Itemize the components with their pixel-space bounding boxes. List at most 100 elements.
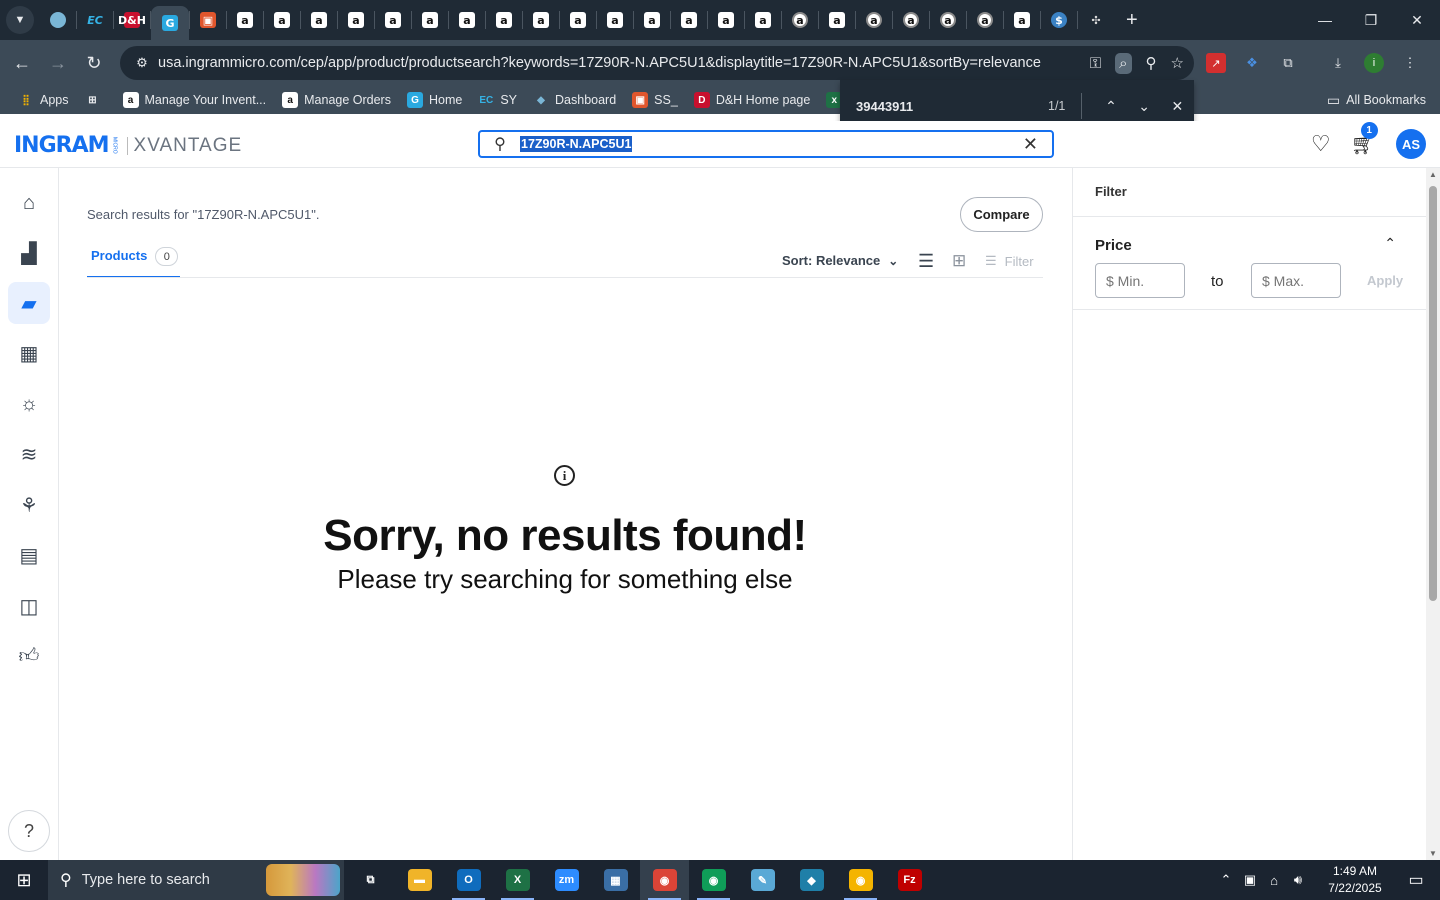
browser-tab[interactable]: D&H — [114, 0, 150, 40]
bookmark-item[interactable]: ⊞ — [85, 92, 107, 108]
network-icon[interactable]: ⌂ — [1262, 873, 1286, 888]
user-avatar[interactable]: AS — [1396, 129, 1426, 159]
taskbar-app[interactable]: ◆ — [787, 860, 836, 900]
forward-button[interactable]: → — [40, 45, 76, 81]
profile-icon[interactable]: i — [1364, 53, 1384, 73]
apply-price-button[interactable]: Apply — [1367, 273, 1403, 288]
sort-dropdown[interactable]: Sort: Relevance ⌄ — [782, 253, 898, 268]
bookmark-item[interactable]: a Manage Orders — [282, 92, 391, 108]
bookmark-item[interactable]: ◆ Dashboard — [533, 92, 616, 108]
extensions-puzzle-icon[interactable]: ⧉ — [1278, 53, 1298, 73]
browser-tab[interactable]: a — [671, 0, 707, 40]
find-next-icon[interactable]: ⌄ — [1128, 98, 1161, 115]
ideas-lightbulb-icon[interactable]: ☼ — [8, 383, 50, 425]
bookmark-item[interactable]: G Home — [406, 92, 462, 108]
tab-search-button[interactable]: ▼ — [6, 6, 34, 34]
back-button[interactable]: ← — [4, 45, 40, 81]
browser-tab[interactable]: a — [486, 0, 522, 40]
browser-tab[interactable]: a — [523, 0, 559, 40]
browser-tab[interactable]: a — [1004, 0, 1040, 40]
browser-tab[interactable]: a — [708, 0, 744, 40]
taskbar-app[interactable]: ◉ — [640, 860, 689, 900]
browser-tab[interactable]: a — [375, 0, 411, 40]
chevron-up-icon[interactable]: ⌃ — [1384, 235, 1396, 252]
bookmark-item[interactable]: D D&H Home page — [693, 92, 810, 108]
zoom-icon[interactable]: ⚲ — [1146, 54, 1157, 72]
taskbar-app[interactable]: X — [493, 860, 542, 900]
bookmark-item[interactable]: ▣ SS_ — [632, 92, 678, 108]
clock[interactable]: 1:49 AM 7/22/2025 — [1318, 863, 1392, 897]
wishlist-heart-icon[interactable]: ♡ — [1311, 131, 1331, 157]
volume-icon[interactable]: 🔊︎ — [1286, 872, 1310, 888]
bookmark-star-icon[interactable]: ☆ — [1171, 54, 1184, 72]
browser-tab[interactable]: a — [967, 0, 1003, 40]
taskbar-app[interactable]: O — [444, 860, 493, 900]
password-key-icon[interactable]: ⚿ — [1090, 55, 1101, 72]
clear-search-icon[interactable]: ✕ — [1023, 134, 1038, 155]
site-info-icon[interactable]: ⚙ — [128, 55, 156, 71]
find-in-page-icon[interactable]: ⌕ — [1115, 52, 1132, 74]
price-max-input[interactable] — [1251, 263, 1341, 298]
all-bookmarks[interactable]: ▭ All Bookmarks — [1327, 86, 1426, 114]
list-view-icon[interactable]: ☰ — [918, 251, 934, 272]
taskbar-app[interactable]: ⧉ — [346, 860, 395, 900]
browser-tab[interactable]: a — [597, 0, 633, 40]
bookmark-item[interactable]: EC SY — [478, 92, 517, 108]
reload-button[interactable]: ↻ — [76, 45, 112, 81]
search-input[interactable]: 17Z90R-N.APC5U1 — [520, 136, 633, 152]
new-tab-button[interactable]: + — [1126, 9, 1138, 32]
browser-tab[interactable]: a — [449, 0, 485, 40]
find-previous-icon[interactable]: ⌃ — [1094, 98, 1127, 115]
taskbar-app[interactable]: zm — [542, 860, 591, 900]
tab-products[interactable]: Products 0 — [87, 243, 180, 278]
bookmark-item[interactable]: ⣿ Apps — [18, 92, 68, 108]
browser-tab[interactable] — [40, 0, 76, 40]
browser-tab[interactable]: a — [782, 0, 818, 40]
pdf-extension-icon[interactable]: ↗ — [1206, 53, 1226, 73]
cart-button[interactable]: 🛒︎ 1 — [1351, 121, 1378, 157]
help-icon[interactable]: ? — [8, 810, 50, 852]
browser-tab[interactable]: a — [745, 0, 781, 40]
analytics-icon[interactable]: ▟ — [8, 232, 50, 274]
find-input[interactable]: 39443911 — [856, 99, 1013, 114]
dropbox-extension-icon[interactable]: ❖ — [1242, 53, 1262, 73]
browser-tab[interactable]: a — [819, 0, 855, 40]
taskbar-app[interactable]: ▦ — [591, 860, 640, 900]
compare-button[interactable]: Compare — [960, 197, 1043, 232]
filter-toggle[interactable]: ☰ Filter — [985, 253, 1034, 269]
browser-tab[interactable]: a — [338, 0, 374, 40]
browser-tab[interactable]: a — [301, 0, 337, 40]
browser-tab[interactable]: G — [151, 6, 189, 40]
find-close-icon[interactable]: ✕ — [1161, 98, 1194, 115]
scroll-thumb[interactable] — [1429, 186, 1437, 601]
browser-tab[interactable]: a — [560, 0, 596, 40]
thumbs-up-icon[interactable]: 👍︎ — [8, 635, 50, 677]
taskbar-app[interactable]: Fz — [885, 860, 934, 900]
restore-button[interactable]: ❐ — [1348, 0, 1394, 40]
browser-tab[interactable]: a — [264, 0, 300, 40]
kebab-menu-icon[interactable]: ⋮ — [1400, 53, 1420, 73]
browser-tab[interactable]: ✣ — [1078, 0, 1114, 40]
bookmark-item[interactable]: a Manage Your Invent... — [122, 92, 266, 108]
browser-tab[interactable]: $ — [1041, 0, 1077, 40]
taskbar-search[interactable]: ⚲ Type here to search — [48, 860, 344, 900]
browser-tab[interactable]: EC — [77, 0, 113, 40]
browser-tab[interactable]: a — [893, 0, 929, 40]
page-scrollbar[interactable]: ▲ ▼ — [1426, 168, 1440, 860]
grid-view-icon[interactable]: ⊞ — [952, 251, 966, 271]
ingram-xvantage-logo[interactable]: INGRAM MICRO XVANTAGE — [14, 133, 242, 158]
address-bar[interactable]: ⚙ usa.ingrammicro.com/cep/app/product/pr… — [120, 46, 1194, 80]
notifications-icon[interactable]: ▭ — [1392, 870, 1440, 890]
browser-tab[interactable]: a — [412, 0, 448, 40]
download-icon[interactable]: ⤓ — [1328, 53, 1348, 73]
home-icon[interactable]: ⌂ — [8, 182, 50, 224]
scroll-down-arrow[interactable]: ▼ — [1429, 849, 1437, 858]
close-window-button[interactable]: ✕ — [1394, 0, 1440, 40]
scroll-up-arrow[interactable]: ▲ — [1429, 170, 1437, 179]
price-min-input[interactable] — [1095, 263, 1185, 298]
taskbar-app[interactable]: ▬ — [395, 860, 444, 900]
product-search-box[interactable]: ⚲ 17Z90R-N.APC5U1 ✕ — [478, 130, 1054, 158]
minimize-button[interactable]: — — [1302, 0, 1348, 40]
windows-start-icon[interactable]: ⊞ — [0, 860, 48, 900]
meet-now-icon[interactable]: ▣ — [1238, 872, 1262, 888]
